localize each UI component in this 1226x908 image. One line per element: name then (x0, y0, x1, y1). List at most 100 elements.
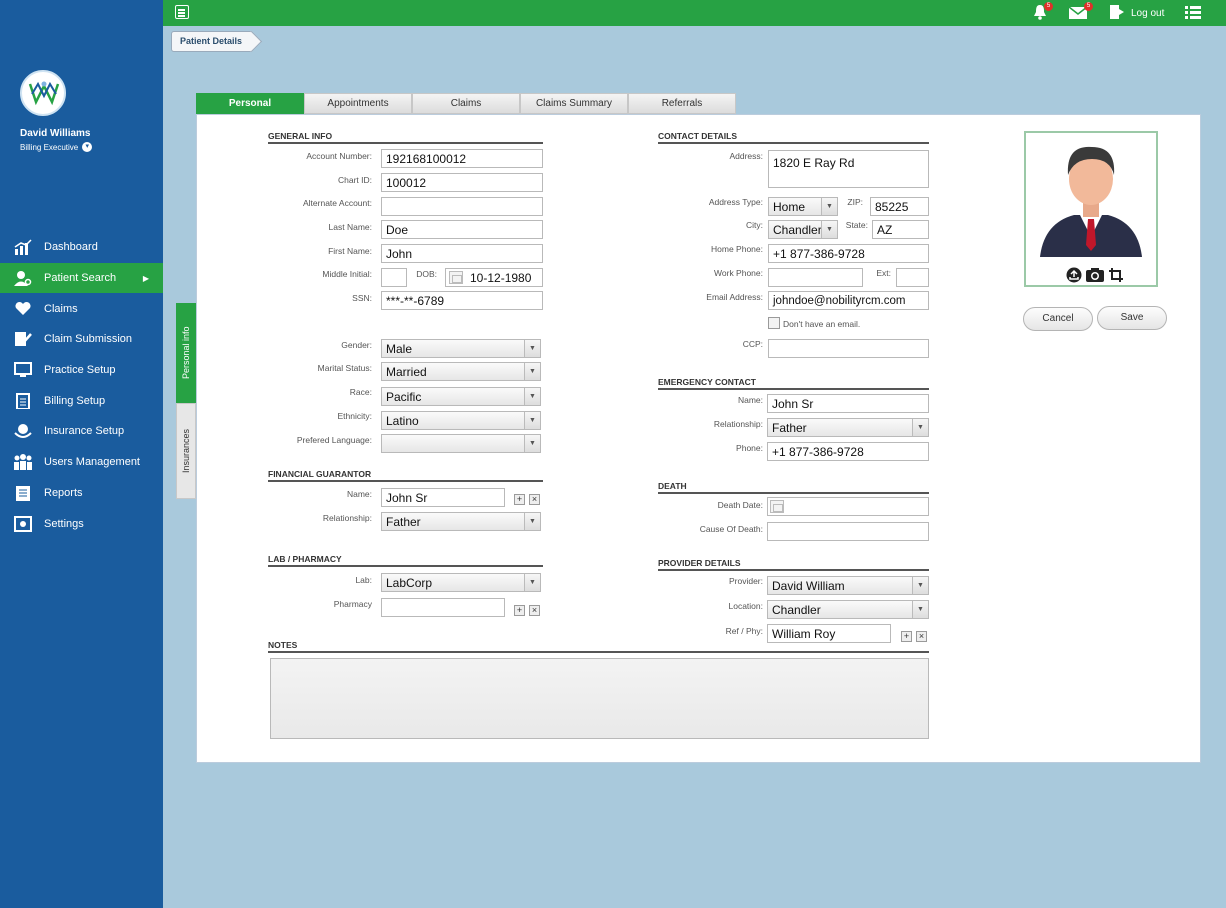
pharmacy-field[interactable] (381, 598, 505, 617)
last-name-field[interactable]: Doe (381, 220, 543, 239)
tab-referrals[interactable]: Referrals (628, 93, 736, 114)
ccp-label: CCP: (742, 339, 763, 349)
gender-select[interactable]: Male ▼ (381, 339, 541, 358)
lab-select[interactable]: LabCorp ▼ (381, 573, 541, 592)
section-financial-guarantor: FINANCIAL GUARANTOR (268, 469, 543, 482)
side-tab-insurances[interactable]: Insurances (176, 403, 196, 499)
sidebar-item-label: Insurance Setup (44, 425, 125, 438)
city-label: City: (746, 220, 763, 230)
add-icon[interactable]: + (514, 605, 525, 616)
death-date-field[interactable] (767, 497, 929, 516)
lab-value: LabCorp (386, 576, 433, 590)
mail-icon[interactable]: 5 (1068, 2, 1093, 25)
section-notes: NOTES (268, 640, 929, 653)
no-email-checkbox[interactable] (768, 317, 780, 329)
sidebar-item-practice-setup[interactable]: Practice Setup (0, 355, 163, 386)
sidebar-item-claims[interactable]: Claims (0, 293, 163, 324)
gender-value: Male (386, 342, 413, 356)
logout-link[interactable]: Log out (1131, 8, 1164, 19)
guarantor-relationship-select[interactable]: Father ▼ (381, 512, 541, 531)
race-select[interactable]: Pacific ▼ (381, 387, 541, 406)
sidebar-item-settings[interactable]: Settings (0, 508, 163, 539)
list-view-icon[interactable] (1185, 6, 1201, 25)
camera-icon[interactable] (1085, 267, 1105, 283)
sidebar-item-claim-submission[interactable]: Claim Submission (0, 324, 163, 355)
breadcrumb[interactable]: Patient Details (171, 31, 252, 52)
alternate-account-field[interactable] (381, 197, 543, 216)
work-phone-field[interactable] (768, 268, 863, 287)
chevron-down-icon: ▼ (524, 513, 540, 530)
bell-icon[interactable]: 5 (1032, 2, 1053, 25)
user-role-menu[interactable]: Billing Executive ▾ (20, 142, 93, 152)
marital-status-select[interactable]: Married ▼ (381, 362, 541, 381)
zip-field[interactable]: 85225 (870, 197, 929, 216)
emergency-relationship-select[interactable]: Father ▼ (767, 418, 929, 437)
language-select[interactable]: ▼ (381, 434, 541, 453)
address-field[interactable]: 1820 E Ray Rd (768, 150, 929, 188)
save-button[interactable]: Save (1097, 306, 1167, 330)
sidebar-item-insurance-setup[interactable]: Insurance Setup (0, 416, 163, 447)
chevron-right-icon: ▶ (142, 273, 149, 283)
sidebar-item-label: Settings (44, 517, 84, 530)
marital-status-value: Married (386, 365, 427, 379)
section-provider-details: PROVIDER DETAILS (658, 558, 929, 571)
middle-initial-label: Middle Initial: (322, 269, 372, 279)
sidebar-item-patient-search[interactable]: Patient Search ▶ (0, 262, 163, 294)
cause-of-death-field[interactable] (767, 522, 929, 541)
chevron-down-icon: ▼ (524, 388, 540, 405)
city-select[interactable]: Chandler ▼ (768, 220, 838, 239)
account-number-field[interactable]: 192168100012 (381, 149, 543, 168)
ethnicity-select[interactable]: Latino ▼ (381, 411, 541, 430)
middle-initial-field[interactable] (381, 268, 407, 287)
tab-appointments[interactable]: Appointments (304, 93, 412, 114)
sidebar-item-label: Practice Setup (44, 364, 116, 377)
report-icon (13, 484, 33, 502)
first-name-field[interactable]: John (381, 244, 543, 263)
chevron-down-icon: ▼ (524, 435, 540, 452)
tab-personal[interactable]: Personal (196, 93, 304, 118)
section-lab-pharmacy: LAB / PHARMACY (268, 554, 543, 567)
sidebar: David Williams Billing Executive ▾ Dashb… (0, 0, 163, 908)
upload-icon[interactable] (1066, 267, 1082, 283)
ccp-field[interactable] (768, 339, 929, 358)
address-type-select[interactable]: Home ▼ (768, 197, 838, 216)
state-label: State: (845, 220, 868, 230)
guarantor-name-field[interactable]: John Sr (381, 488, 505, 507)
cancel-button[interactable]: Cancel (1023, 307, 1093, 331)
side-tab-personal-info[interactable]: Personal info (176, 303, 196, 403)
sidebar-item-reports[interactable]: Reports (0, 478, 163, 509)
gender-label: Gender: (341, 340, 372, 350)
tab-claims-summary[interactable]: Claims Summary (520, 93, 628, 114)
emergency-phone-field[interactable]: +1 877-386-9728 (767, 442, 929, 461)
calendar-icon[interactable] (449, 271, 463, 284)
location-select[interactable]: Chandler ▼ (767, 600, 929, 619)
avatar (1040, 146, 1142, 257)
side-tabs: Personal info Insurances (176, 303, 196, 499)
calendar-icon[interactable] (770, 500, 784, 513)
close-icon[interactable]: × (529, 605, 540, 616)
first-name-label: First Name: (328, 246, 372, 256)
notes-field[interactable] (270, 658, 929, 739)
logout-icon[interactable] (1109, 4, 1125, 25)
chevron-down-icon: ▼ (524, 412, 540, 429)
sidebar-item-billing-setup[interactable]: Billing Setup (0, 385, 163, 416)
ext-field[interactable] (896, 268, 929, 287)
chevron-down-icon[interactable]: ▾ (82, 142, 93, 152)
chart-id-field[interactable]: 100012 (381, 173, 543, 192)
emergency-name-field[interactable]: John Sr (767, 394, 929, 413)
close-icon[interactable]: × (529, 494, 540, 505)
provider-select[interactable]: David William ▼ (767, 576, 929, 595)
sidebar-item-dashboard[interactable]: Dashboard (0, 232, 163, 263)
crop-icon[interactable] (1108, 267, 1124, 283)
no-email-label: Don't have an email. (783, 319, 861, 329)
sidebar-item-users-management[interactable]: Users Management (0, 447, 163, 478)
add-icon[interactable]: + (514, 494, 525, 505)
sidebar-nav: Dashboard Patient Search ▶ Claims Claim … (0, 232, 163, 539)
state-field[interactable]: AZ (872, 220, 929, 239)
ssn-field[interactable]: ***-**-6789 (381, 291, 543, 310)
home-phone-field[interactable]: +1 877-386-9728 (768, 244, 929, 263)
menu-toggle-icon[interactable] (175, 5, 189, 19)
tab-claims[interactable]: Claims (412, 93, 520, 114)
sidebar-item-label: Claims (44, 302, 78, 315)
email-field[interactable]: johndoe@nobilityrcm.com (768, 291, 929, 310)
